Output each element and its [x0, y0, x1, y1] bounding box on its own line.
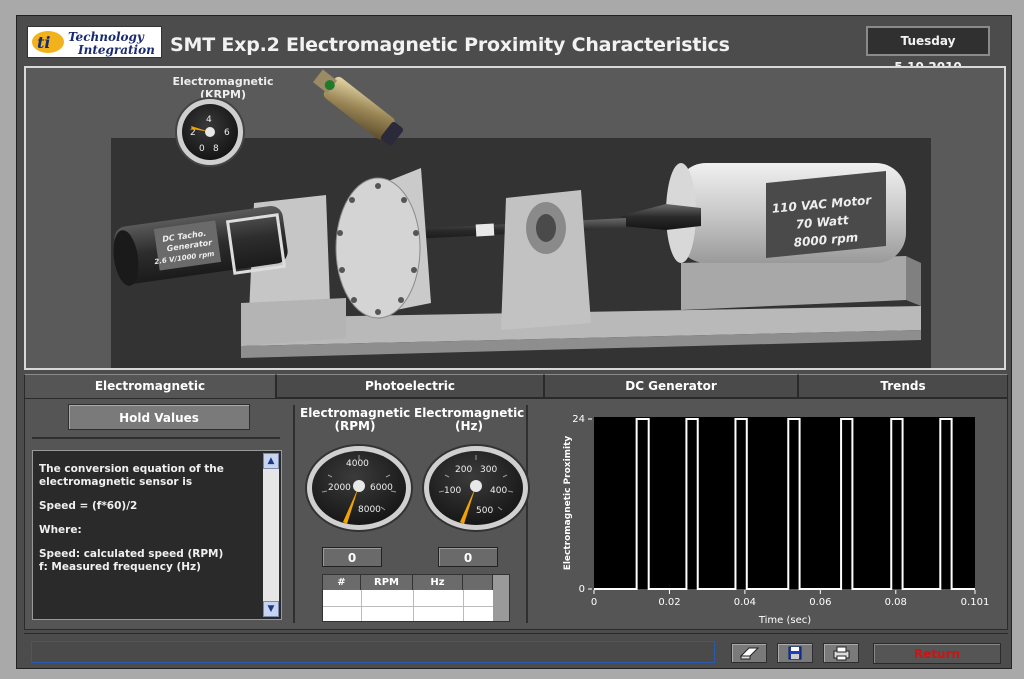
logo-mark-icon: ti	[32, 31, 64, 53]
x-tick-label: 0.06	[809, 597, 831, 608]
small-gauge-title-1: Electromagnetic	[172, 75, 273, 88]
printer-icon	[833, 646, 850, 661]
info-line-3: Where:	[39, 524, 82, 536]
chart-plot-background	[594, 417, 975, 589]
hz-value-display: 0	[438, 547, 498, 567]
small-gauge-tick-1: 2	[190, 128, 196, 138]
info-scrollbar[interactable]: ▲ ▼	[263, 453, 279, 617]
table-col-divider	[361, 590, 362, 621]
rpm-gauge: 4000 2000 6000 8000	[305, 444, 413, 532]
tab-photoelectric[interactable]: Photoelectric	[276, 374, 544, 398]
status-field	[31, 641, 715, 663]
x-tick-label: 0.08	[885, 597, 907, 608]
date-display: Tuesday 5.10.2010	[866, 26, 990, 74]
hz-tick-400: 400	[490, 486, 507, 496]
small-gauge-tick-2: 4	[206, 115, 212, 125]
table-header-hz: Hz	[413, 575, 463, 590]
hz-tick-200: 200	[455, 465, 472, 475]
table-row-divider	[323, 606, 493, 607]
rpm-tick-4000: 4000	[346, 459, 369, 469]
rpm-tick-6000: 6000	[370, 483, 393, 493]
tab-dc-generator[interactable]: DC Generator	[544, 374, 798, 398]
tab-trends[interactable]: Trends	[798, 374, 1008, 398]
info-line-1: The conversion equation of the electroma…	[39, 463, 224, 488]
apparatus-scene: 110 VAC Motor 70 Watt 8000 rpm DC Tacho.	[24, 66, 1006, 370]
rpm-gauge-title-2: (RPM)	[334, 419, 376, 433]
y-tick-label: 0	[579, 584, 585, 595]
company-logo: ti Technology Integration	[27, 26, 162, 58]
divider	[32, 437, 280, 439]
info-line-4: Speed: calculated speed (RPM)	[39, 548, 224, 560]
save-disk-icon	[788, 646, 802, 660]
rpm-value-display: 0	[322, 547, 382, 567]
print-button[interactable]	[823, 643, 859, 663]
logo-text-line1: Technology	[68, 30, 144, 44]
hz-gauge-title-2: (Hz)	[455, 419, 483, 433]
small-gauge-tick-3: 6	[224, 128, 230, 138]
vertical-divider	[293, 405, 295, 623]
apparatus-illustration: 110 VAC Motor 70 Watt 8000 rpm DC Tacho.	[111, 69, 931, 368]
info-text: The conversion equation of the electroma…	[39, 463, 261, 585]
hold-values-button[interactable]: Hold Values	[68, 404, 250, 430]
x-tick-label: 0.101	[961, 597, 990, 608]
table-scrollbar[interactable]	[493, 575, 509, 621]
scroll-up-icon[interactable]: ▲	[263, 453, 279, 469]
x-tick-label: 0.04	[734, 597, 756, 608]
logo-text-line2: Integration	[78, 43, 155, 57]
divider	[24, 633, 1008, 634]
hz-tick-300: 300	[480, 465, 497, 475]
info-text-box: The conversion equation of the electroma…	[32, 450, 282, 620]
scroll-down-icon[interactable]: ▼	[263, 601, 279, 617]
y-tick-label: 24	[572, 414, 585, 425]
rpm-tick-2000: 2000	[328, 483, 351, 493]
gauges: 4000 2000 6000 8000 200 300 100 400 500	[305, 444, 530, 532]
x-tick-label: 0	[591, 597, 597, 608]
svg-text:ti: ti	[37, 33, 50, 52]
readings-table[interactable]: # RPM Hz	[322, 574, 510, 622]
eraser-icon	[739, 647, 760, 660]
tab-electromagnetic[interactable]: Electromagnetic	[24, 374, 276, 400]
hz-tick-500: 500	[476, 506, 493, 516]
eraser-button[interactable]	[731, 643, 767, 663]
small-krpm-gauge: 2 4 6 0 8	[175, 97, 245, 167]
small-gauge-tick-5: 8	[213, 144, 219, 154]
table-col-divider	[463, 590, 464, 621]
hz-tick-100: 100	[444, 486, 461, 496]
proximity-chart: 0 24 0 0.02 0.04 0.06 0.08 0.101 Electromagnet…	[563, 414, 990, 626]
hz-gauge-title: Electromagnetic (Hz)	[414, 407, 524, 433]
x-tick-label: 0.02	[658, 597, 680, 608]
table-header-rpm: RPM	[361, 575, 413, 590]
small-gauge-tick-4: 0	[199, 144, 205, 154]
y-axis-label: Electromagnetic Proximity	[563, 436, 573, 571]
rpm-tick-8000: 8000	[358, 505, 381, 515]
info-line-2: Speed = (f*60)/2	[39, 500, 138, 512]
x-axis-label: Time (sec)	[758, 615, 811, 626]
hz-gauge: 200 300 100 400 500	[422, 444, 530, 532]
info-line-5: f: Measured frequency (Hz)	[39, 561, 201, 573]
page-title: SMT Exp.2 Electromagnetic Proximity Char…	[170, 34, 730, 56]
table-header-index: #	[323, 575, 361, 590]
table-header-empty	[463, 575, 493, 590]
save-button[interactable]	[777, 643, 813, 663]
tab-bar: Electromagnetic Photoelectric DC Generat…	[24, 374, 1008, 400]
return-button[interactable]: Return	[873, 643, 1001, 664]
table-col-divider	[413, 590, 414, 621]
rpm-gauge-title: Electromagnetic (RPM)	[300, 407, 410, 433]
